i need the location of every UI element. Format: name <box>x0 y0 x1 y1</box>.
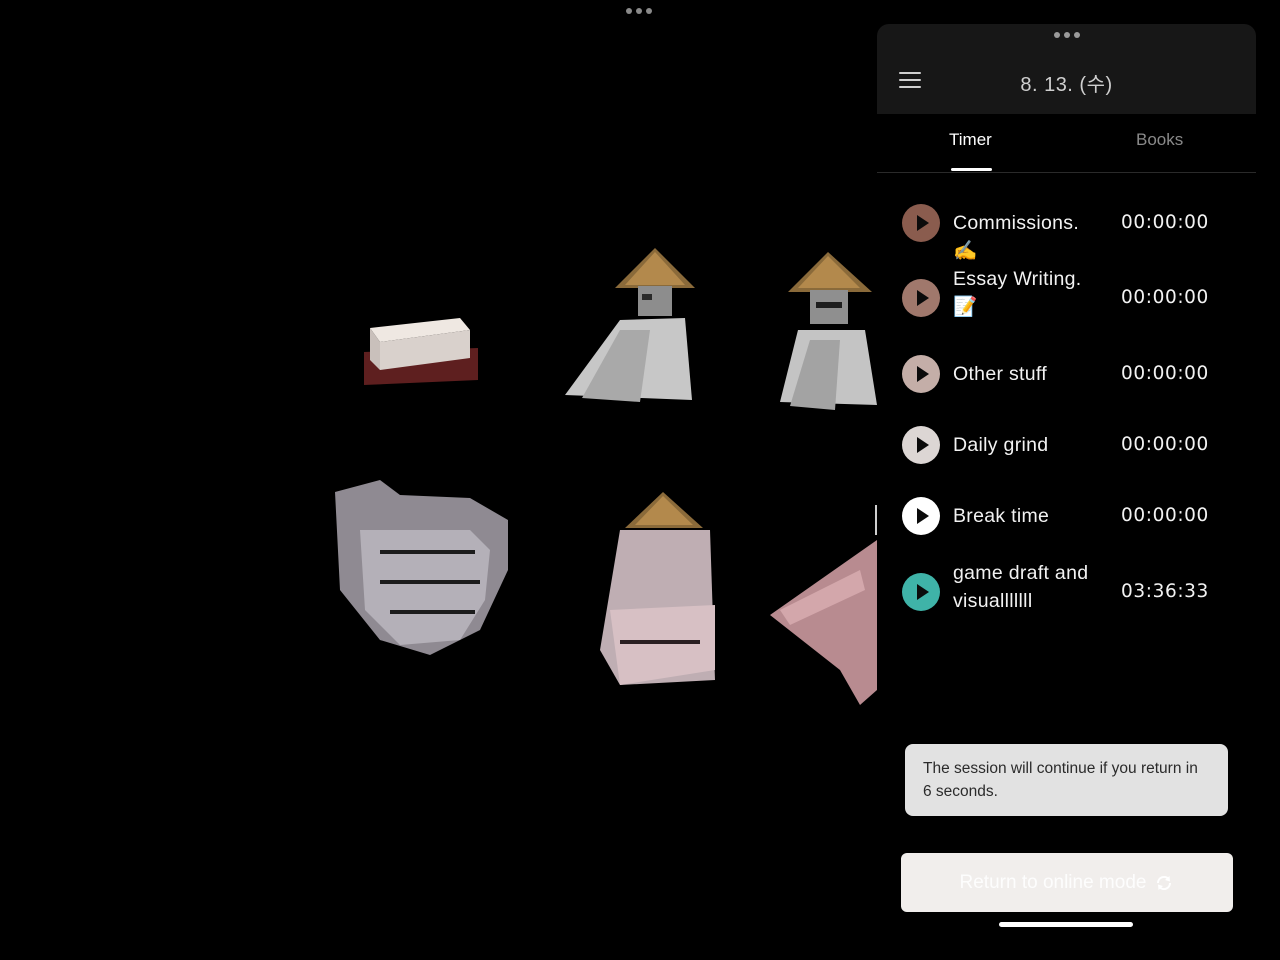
return-online-button[interactable]: Return to online mode <box>901 853 1233 912</box>
tab-bar: Timer Books <box>877 114 1256 173</box>
task-time: 00:00:00 <box>1121 287 1209 308</box>
play-icon[interactable] <box>902 355 940 393</box>
task-row[interactable]: Break time 00:00:00 <box>877 497 1256 557</box>
sync-icon <box>1157 875 1172 890</box>
play-icon[interactable] <box>902 497 940 535</box>
art-figure-3 <box>600 492 715 685</box>
task-row[interactable]: Essay Writing. 📝 00:00:00 <box>877 268 1256 339</box>
window-more-dots-icon[interactable] <box>626 8 654 16</box>
timer-panel: 8. 13. (수) Timer Books Commissions. ✍️ 0… <box>877 24 1256 936</box>
play-icon[interactable] <box>902 426 940 464</box>
more-dots-icon[interactable] <box>1054 32 1080 38</box>
task-time: 03:36:33 <box>1121 581 1209 602</box>
home-indicator <box>999 922 1133 927</box>
task-row[interactable]: Other stuff 00:00:00 <box>877 355 1256 415</box>
task-row[interactable]: Commissions. ✍️ 00:00:00 <box>877 204 1256 264</box>
active-tab-indicator <box>951 168 992 171</box>
pixel-art-canvas[interactable] <box>320 230 877 730</box>
panel-header: 8. 13. (수) <box>877 24 1256 114</box>
session-toast: The session will continue if you return … <box>905 744 1228 816</box>
art-hand <box>770 505 877 705</box>
task-time: 00:00:00 <box>1121 505 1209 526</box>
play-icon[interactable] <box>902 204 940 242</box>
task-name: game draft and visualllllll <box>953 562 1089 612</box>
art-figure-1 <box>565 248 695 402</box>
art-box <box>364 318 478 385</box>
task-name: Daily grind <box>953 434 1049 456</box>
task-row[interactable]: Daily grind 00:00:00 <box>877 426 1256 486</box>
date-title: 8. 13. (수) <box>1020 74 1113 96</box>
art-figure-2 <box>780 252 877 410</box>
play-icon[interactable] <box>902 279 940 317</box>
tab-timer[interactable]: Timer <box>949 130 992 150</box>
task-time: 00:00:00 <box>1121 212 1209 233</box>
task-name: Break time <box>953 505 1050 527</box>
art-fist <box>335 480 508 655</box>
task-time: 00:00:00 <box>1121 434 1209 455</box>
play-icon[interactable] <box>902 573 940 611</box>
pixel-art-drawing <box>335 248 877 705</box>
task-name: Essay Writing. 📝 <box>953 268 1082 318</box>
task-time: 00:00:00 <box>1121 363 1209 384</box>
task-row[interactable]: game draft and visualllllll 03:36:33 <box>877 562 1256 633</box>
return-online-label: Return to online mode <box>959 871 1147 893</box>
task-name: Other stuff <box>953 363 1047 385</box>
tab-books[interactable]: Books <box>1136 130 1183 150</box>
task-name: Commissions. ✍️ <box>953 212 1080 262</box>
